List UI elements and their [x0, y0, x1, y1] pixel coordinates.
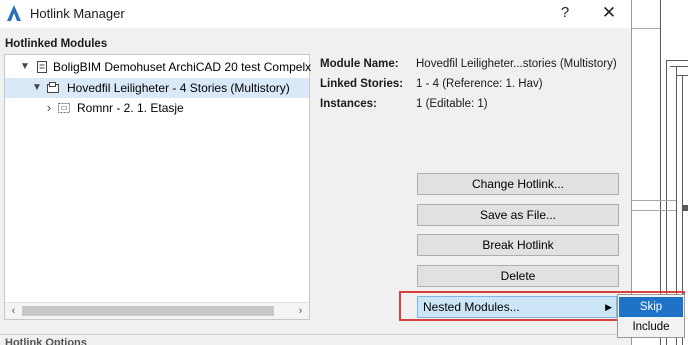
horizontal-scrollbar[interactable]: ‹ ›: [5, 302, 309, 319]
project-file-icon: [37, 61, 47, 73]
module-name-label: Module Name:: [320, 58, 399, 70]
section-title: Hotlinked Modules: [5, 38, 108, 50]
linked-stories-value: 1 - 4 (Reference: 1. Hav): [416, 78, 543, 90]
menu-item-skip[interactable]: Skip: [619, 297, 683, 317]
grid-line: [630, 28, 660, 29]
tree-item-label: Hovedfil Leiligheter - 4 Stories (Multis…: [67, 81, 290, 95]
section-title-clipped: Hotlink Options: [5, 337, 87, 345]
grid-line: [630, 210, 676, 211]
tree-item-hovedfil[interactable]: ▼ Hovedfil Leiligheter - 4 Stories (Mult…: [5, 78, 309, 98]
tree-item-project[interactable]: ▼ BoligBIM Demohuset ArchiCAD 20 test Co…: [5, 57, 312, 77]
scrollbar-thumb[interactable]: [22, 306, 274, 316]
tree-item-label: Romnr - 2. 1. Etasje: [77, 101, 184, 115]
help-button[interactable]: ?: [553, 3, 577, 25]
tree-item-label: BoligBIM Demohuset ArchiCAD 20 test Comp…: [53, 60, 312, 74]
delete-button[interactable]: Delete: [417, 265, 619, 287]
menu-item-include[interactable]: Include: [619, 317, 683, 337]
wall-line: [666, 60, 688, 61]
title-bar: Hotlink Manager ? ✕: [0, 0, 631, 28]
hotlinked-modules-tree[interactable]: ▼ BoligBIM Demohuset ArchiCAD 20 test Co…: [4, 54, 312, 320]
instances-value: 1 (Editable: 1): [416, 98, 488, 110]
expand-chevron-icon[interactable]: ▼: [19, 57, 31, 77]
nested-modules-submenu: Skip Include: [617, 294, 685, 338]
collapsed-chevron-icon[interactable]: ›: [43, 98, 55, 118]
hotlink-options-section: Hotlink Options: [0, 334, 631, 345]
wall-line: [670, 66, 688, 67]
hotlink-module-icon: [47, 82, 59, 93]
close-button[interactable]: ✕: [597, 3, 621, 25]
window-title: Hotlink Manager: [30, 6, 125, 21]
linked-stories-label: Linked Stories:: [320, 78, 404, 90]
module-name-value: Hovedfil Leiligheter...stories (Multisto…: [416, 58, 617, 70]
expand-chevron-icon[interactable]: ▼: [31, 78, 43, 98]
scroll-right-icon[interactable]: ›: [292, 303, 309, 319]
archicad-app-icon: [7, 5, 21, 21]
hotlink-module-dashed-icon: [58, 103, 70, 113]
instances-label: Instances:: [320, 98, 377, 110]
scroll-left-icon[interactable]: ‹: [5, 303, 22, 319]
wall-line: [676, 75, 688, 76]
tree-item-romnr[interactable]: › Romnr - 2. 1. Etasje: [5, 98, 309, 118]
grid-line: [630, 200, 676, 201]
break-hotlink-button[interactable]: Break Hotlink: [417, 234, 619, 256]
change-hotlink-button[interactable]: Change Hotlink...: [417, 173, 619, 195]
wall-marker: [682, 205, 688, 211]
save-as-file-button[interactable]: Save as File...: [417, 204, 619, 226]
